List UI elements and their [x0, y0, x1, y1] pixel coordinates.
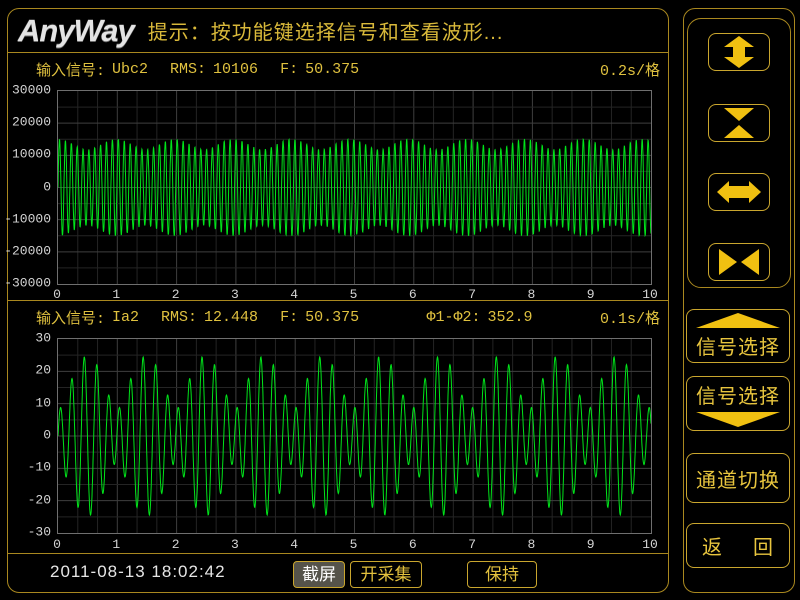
y-tick-label: 0	[43, 179, 51, 194]
x-tick-label: 0	[53, 537, 61, 552]
sidebar: 信号选择 信号选择 通道切换 返 回	[683, 8, 795, 593]
prompt-text: 提示：按功能键选择信号和查看波形...	[148, 16, 504, 45]
phase-diff-value: 352.9	[488, 309, 533, 326]
title-bar: AnyWay 提示：按功能键选择信号和查看波形...	[18, 9, 662, 52]
x-tick-label: 3	[231, 537, 239, 552]
scope-header: 输入信号: Ubc2 RMS: 10106 F: 50.375 0.2s/格	[36, 59, 660, 79]
scope-panel-ubc2: 输入信号: Ubc2 RMS: 10106 F: 50.375 0.2s/格 3…	[8, 52, 668, 300]
rms-label: RMS:	[170, 61, 206, 78]
waveform-plot-ubc2	[57, 90, 652, 285]
signal-select-down-label: 信号选择	[696, 380, 780, 409]
waveform-svg	[58, 339, 651, 533]
compress-vertical-icon	[717, 106, 761, 140]
freq-value: 50.375	[305, 309, 359, 326]
compress-horizontal-icon	[716, 246, 762, 278]
signal-select-up-button[interactable]: 信号选择	[686, 309, 790, 363]
waveform-svg	[58, 91, 651, 284]
compress-vertical-button[interactable]	[708, 104, 770, 142]
y-tick-label: -20000	[4, 243, 51, 258]
x-tick-label: 1	[112, 537, 120, 552]
back-label-left: 返	[702, 531, 723, 560]
y-tick-label: 30000	[12, 83, 51, 98]
x-tick-label: 7	[468, 537, 476, 552]
input-signal-label: 输入信号:	[36, 59, 105, 80]
scope-header: 输入信号: Ia2 RMS: 12.448 F: 50.375 Φ1-Φ2: 3…	[36, 307, 660, 327]
rms-value: 12.448	[204, 309, 258, 326]
expand-horizontal-icon	[716, 176, 762, 208]
input-signal-label: 输入信号:	[36, 307, 105, 328]
x-axis-labels: 012345678910	[57, 537, 650, 553]
triangle-up-icon	[696, 313, 780, 328]
y-tick-label: 0	[43, 428, 51, 443]
y-tick-label: 10000	[12, 147, 51, 162]
rms-label: RMS:	[161, 309, 197, 326]
x-tick-label: 9	[587, 537, 595, 552]
brand-logo: AnyWay	[18, 13, 134, 49]
y-tick-label: 10	[35, 395, 51, 410]
device-screen: AnyWay 提示：按功能键选择信号和查看波形... 输入信号: Ubc2 RM…	[0, 0, 800, 600]
timebase-value: 0.2s/格	[600, 59, 660, 80]
x-tick-label: 10	[642, 537, 658, 552]
status-bar: 2011-08-13 18:02:42 截屏 开采集 保持	[8, 553, 668, 591]
back-label-right: 回	[753, 531, 774, 560]
channel-switch-label: 通道切换	[696, 464, 780, 493]
y-tick-label: 20	[35, 363, 51, 378]
expand-horizontal-button[interactable]	[708, 173, 770, 211]
freq-label: F:	[280, 309, 298, 326]
waveform-plot-ia2	[57, 338, 652, 534]
y-tick-label: -10	[28, 460, 51, 475]
timestamp: 2011-08-13 18:02:42	[50, 562, 226, 582]
phase-diff-label: Φ1-Φ2:	[427, 309, 481, 326]
freq-label: F:	[280, 61, 298, 78]
y-tick-label: 20000	[12, 115, 51, 130]
y-tick-label: -30	[28, 525, 51, 540]
y-tick-label: 30	[35, 331, 51, 346]
y-tick-label: -10000	[4, 211, 51, 226]
y-tick-label: -20	[28, 492, 51, 507]
y-axis-labels: 3020100-10-20-30	[8, 338, 53, 532]
back-button[interactable]: 返 回	[686, 523, 790, 568]
screenshot-button[interactable]: 截屏	[293, 561, 345, 588]
triangle-down-icon	[696, 412, 780, 427]
expand-vertical-icon	[717, 35, 761, 69]
x-tick-label: 2	[172, 537, 180, 552]
start-capture-button[interactable]: 开采集	[350, 561, 422, 588]
scope-panel-ia2: 输入信号: Ia2 RMS: 12.448 F: 50.375 Φ1-Φ2: 3…	[8, 300, 668, 553]
y-tick-label: -30000	[4, 276, 51, 291]
x-tick-label: 6	[409, 537, 417, 552]
zoom-button-group	[687, 18, 791, 288]
y-axis-labels: 3000020000100000-10000-20000-30000	[8, 90, 53, 283]
compress-horizontal-button[interactable]	[708, 243, 770, 281]
signal-name: Ia2	[112, 309, 139, 326]
channel-switch-button[interactable]: 通道切换	[686, 453, 790, 503]
expand-vertical-button[interactable]	[708, 33, 770, 71]
signal-select-down-button[interactable]: 信号选择	[686, 376, 790, 431]
main-panel: AnyWay 提示：按功能键选择信号和查看波形... 输入信号: Ubc2 RM…	[7, 8, 669, 593]
signal-select-up-label: 信号选择	[696, 331, 780, 360]
freq-value: 50.375	[305, 61, 359, 78]
x-tick-label: 4	[290, 537, 298, 552]
rms-value: 10106	[213, 61, 258, 78]
x-tick-label: 5	[350, 537, 358, 552]
signal-name: Ubc2	[112, 61, 148, 78]
x-tick-label: 8	[527, 537, 535, 552]
timebase-value: 0.1s/格	[600, 307, 660, 328]
hold-button[interactable]: 保持	[467, 561, 537, 588]
